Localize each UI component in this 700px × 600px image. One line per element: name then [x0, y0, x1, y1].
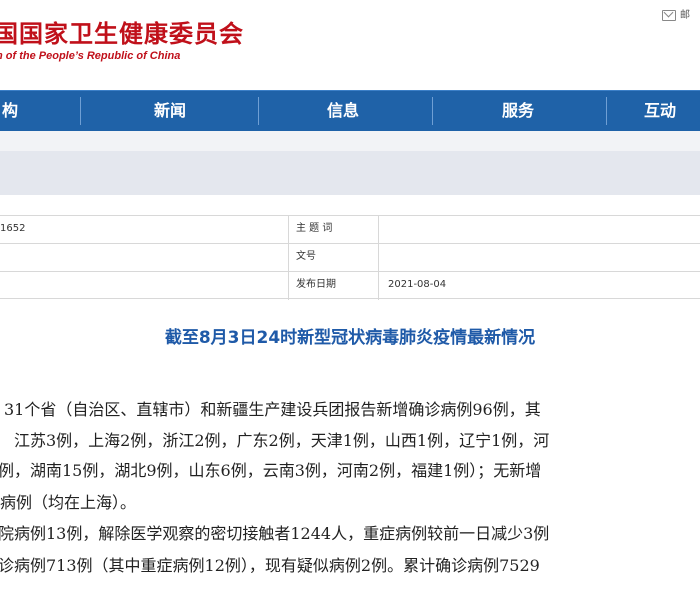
nav-item-institution[interactable]: 构 [0, 91, 30, 131]
article-title: 截至8月3日24时新型冠状病毒肺炎疫情最新情况 [164, 328, 536, 348]
mail-label: 邮 [680, 10, 690, 21]
mail-icon [662, 9, 676, 21]
section-band [0, 151, 700, 195]
article-line: 江苏3例，上海2例，浙江2例，广东2例，天津1例，山西1例，辽宁1例，河 [14, 431, 550, 450]
main-nav: 构 新闻 信息 服务 互动 [0, 90, 700, 131]
article-line: 院病例13例，解除医学观察的密切接触者1244人，重症病例较前一日减少3例 [0, 524, 550, 543]
mail-link[interactable]: 邮 [662, 6, 690, 21]
meta-date-label: 发布日期 [296, 279, 336, 290]
site-title[interactable]: 国国家卫生健康委员会 [0, 14, 244, 49]
nav-item-interaction[interactable]: 互动 [644, 91, 700, 131]
site-header: 国国家卫生健康委员会 n of the People’s Republic of… [0, 0, 700, 90]
meta-subject-label: 主 题 词 [296, 223, 333, 234]
nav-separator [432, 97, 433, 125]
nav-item-info[interactable]: 信息 [303, 91, 383, 131]
breadcrumb-band [0, 131, 700, 151]
site-subtitle: n of the People’s Republic of China [0, 50, 181, 62]
meta-row: 发布日期 2021-08-04 [0, 271, 700, 299]
nav-separator [80, 97, 81, 125]
meta-docno-label: 文号 [296, 251, 316, 262]
meta-divider [378, 215, 379, 300]
meta-row: 文号 [0, 243, 700, 270]
article-line: 31个省（自治区、直辖市）和新疆生产建设兵团报告新增确诊病例96例，其 [4, 400, 541, 419]
article-line: 诊病例713例（其中重症病例12例），现有疑似病例2例。累计确诊病例7529 [0, 556, 540, 575]
meta-index-value: 1652 [0, 223, 26, 234]
nav-separator [258, 97, 259, 125]
nav-item-services[interactable]: 服务 [478, 91, 558, 131]
nav-item-news[interactable]: 新闻 [130, 91, 210, 131]
article-line: 病例（均在上海）。 [0, 493, 137, 512]
document-meta-table: 1652 主 题 词 文号 发布日期 2021-08-04 [0, 215, 700, 300]
meta-date-value: 2021-08-04 [388, 279, 447, 290]
nav-separator [606, 97, 607, 125]
meta-row: 1652 主 题 词 [0, 215, 700, 242]
meta-divider [288, 215, 289, 300]
article-line: 例，湖南15例，湖北9例，山东6例，云南3例，河南2例，福建1例）；无新增 [0, 461, 542, 480]
